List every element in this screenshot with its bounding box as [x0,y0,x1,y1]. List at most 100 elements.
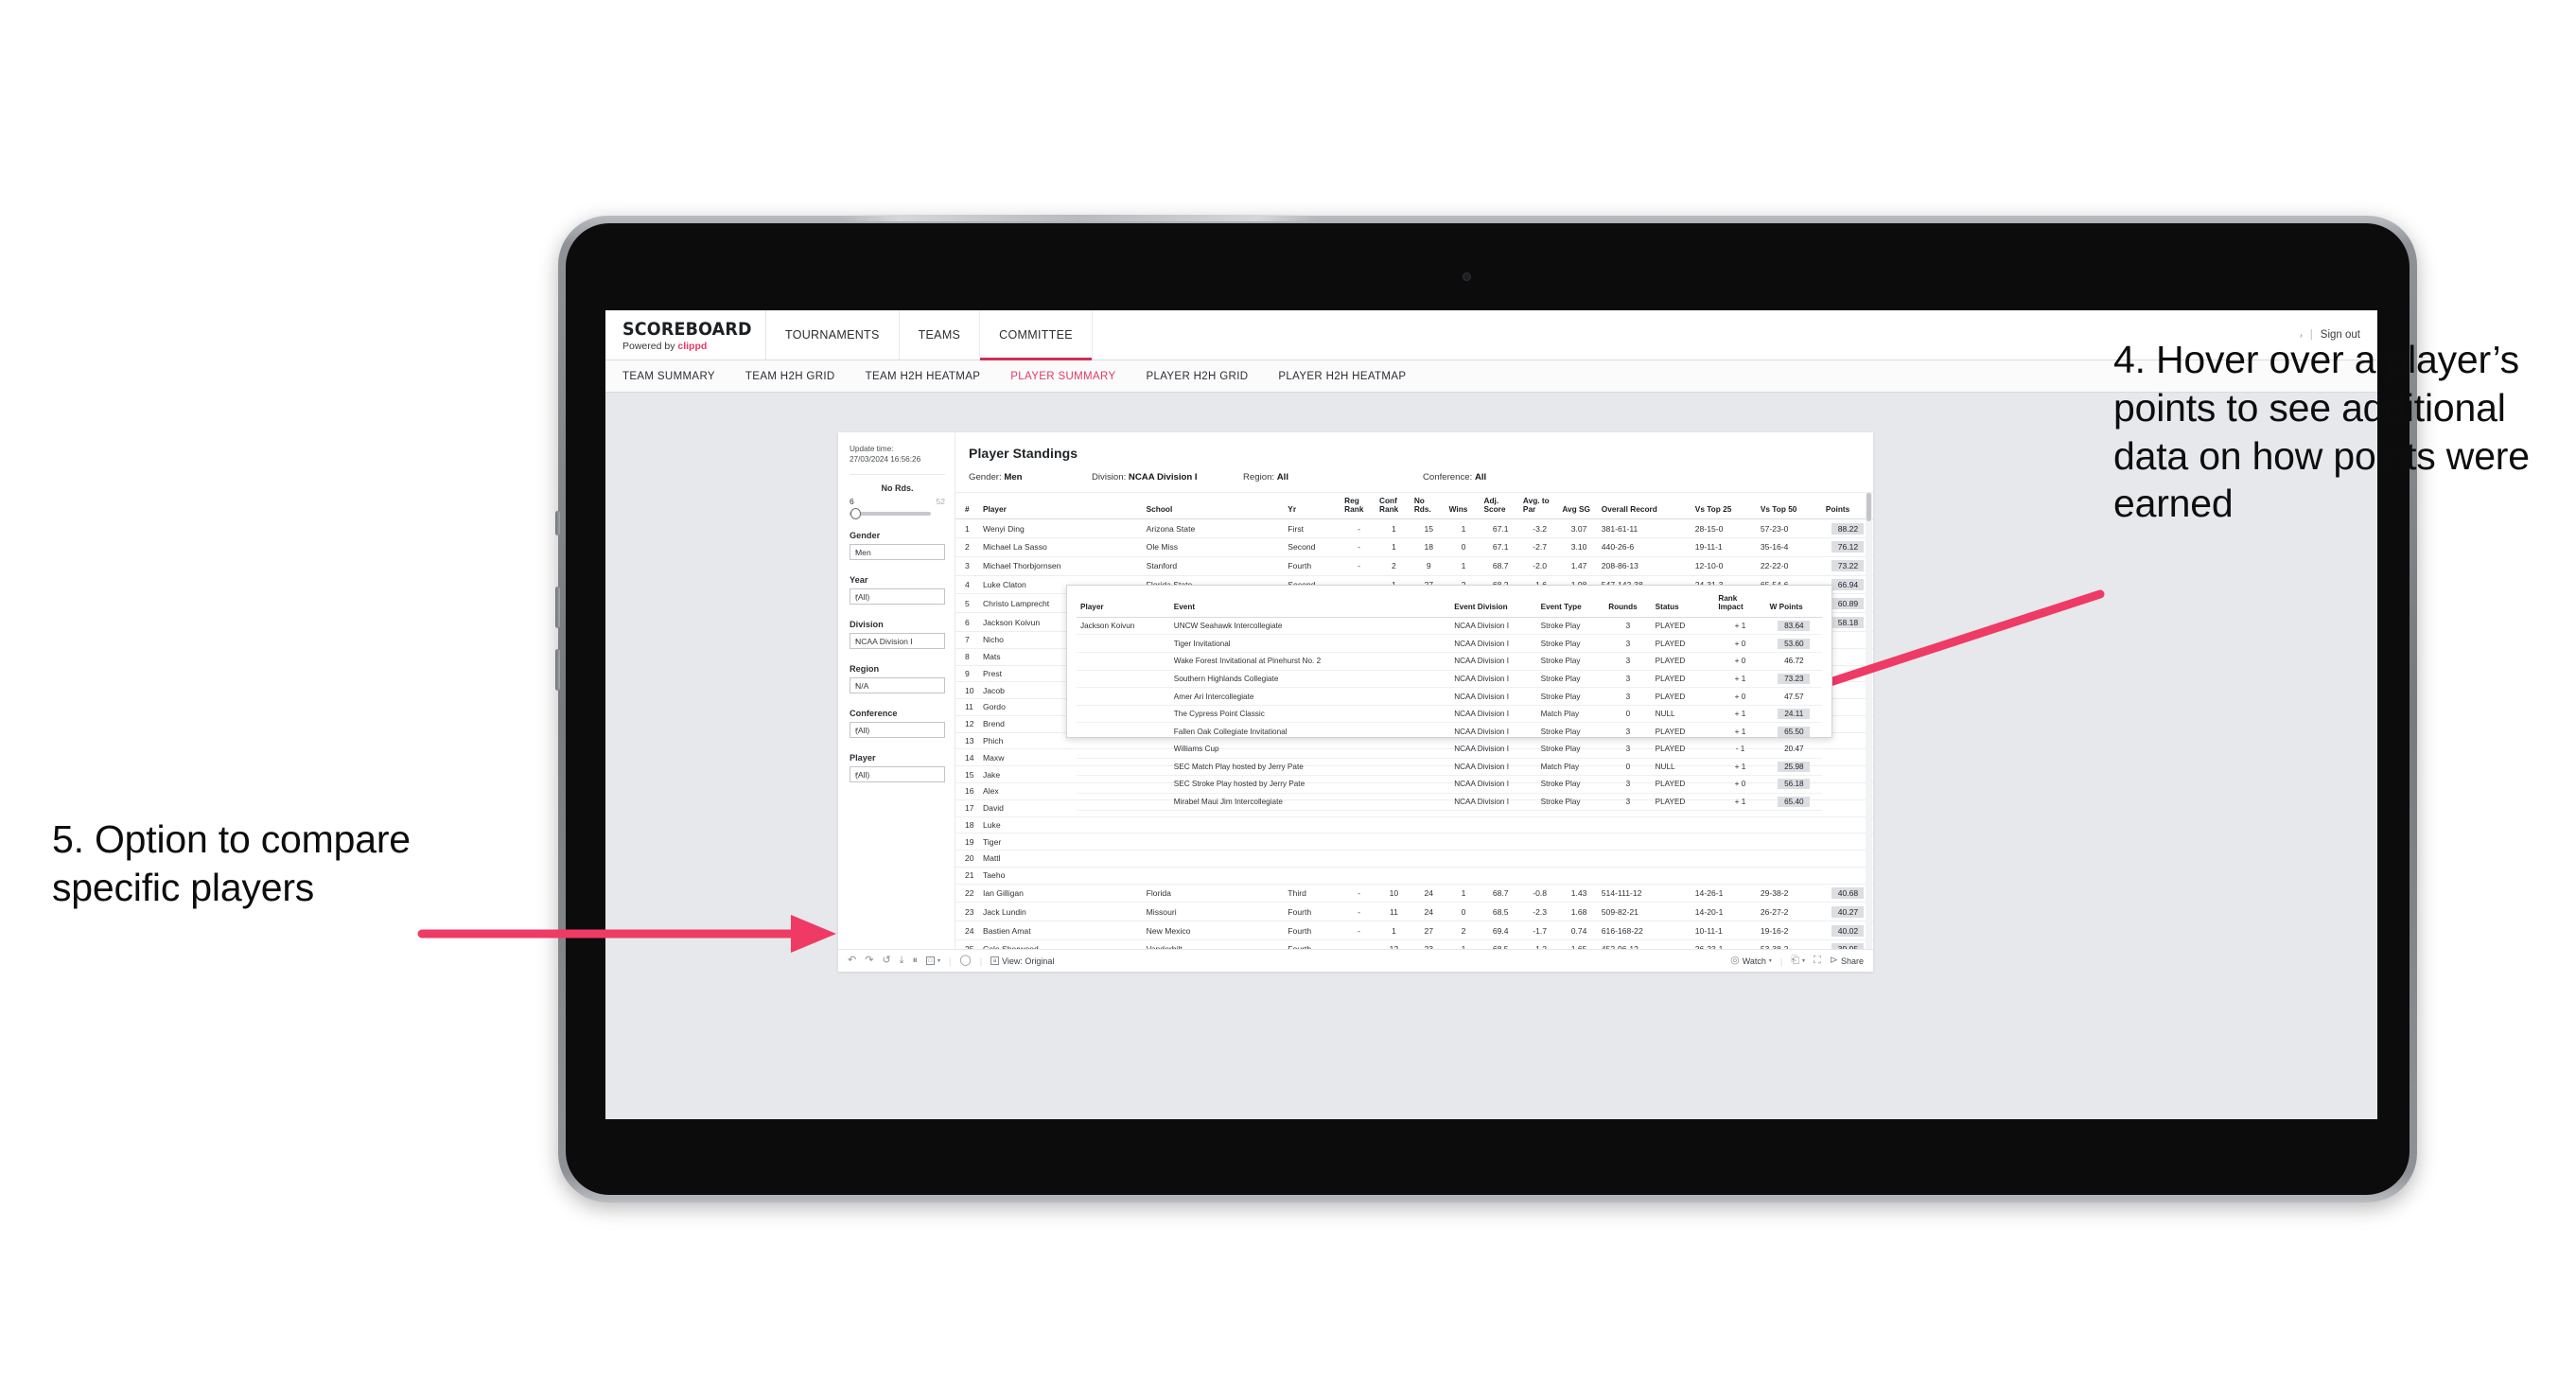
col-no-rds[interactable]: No Rds. [1411,493,1446,520]
cell-vs-top-25: 14-20-1 [1691,902,1758,922]
col-vs-top-50[interactable]: Vs Top 50 [1757,493,1823,520]
tooltip-cell-w-points: 53.60 [1765,634,1822,654]
nav-committee[interactable]: COMMITTEE [980,310,1093,360]
cell-vs-top-25: 19-11-1 [1691,537,1758,557]
tooltip-cell-status: PLAYED [1651,634,1715,654]
col-school[interactable]: School [1143,493,1286,520]
revert-icon[interactable]: ↺ [882,956,890,966]
filter-year-select[interactable]: (All) ▾ [850,588,945,605]
tooltip-cell-status: NULL [1651,758,1715,777]
points-value[interactable]: 88.22 [1831,522,1865,535]
redo-icon[interactable]: ↷ [865,956,873,966]
col-rank[interactable]: # [955,493,980,520]
filter-player-label: Player [850,753,876,763]
cell-rank: 1 [955,518,980,539]
cell-player: Bastien Amat [979,921,1144,940]
brand-logo[interactable]: SCOREBOARD Powered by clippd [605,310,766,360]
device-preview-icon[interactable]: ◯ [959,956,971,966]
filter-division-value: NCAA Division I [855,636,913,646]
col-avg-to-par[interactable]: Avg. to Par [1519,493,1560,520]
cell-rank: 5 [955,593,980,614]
tooltip-cell-rank-impact: + 1 [1714,758,1766,777]
col-yr[interactable]: Yr [1285,493,1342,520]
download-button[interactable]: ⎗ ▾ [1791,956,1805,966]
filter-conference-select[interactable]: (All) ▾ [850,722,945,739]
cell-adj-score [1481,850,1520,868]
filter-gender-label: Gender [850,531,881,541]
filter-conference-label: Conference [850,709,898,719]
points-value[interactable]: 40.27 [1831,905,1865,918]
subnav-player-h2h-heatmap[interactable]: PLAYER H2H HEATMAP [1278,371,1406,382]
tooltip-cell-w-points: 46.72 [1765,652,1822,671]
filter-region-select[interactable]: N/A ▾ [850,677,945,694]
slider-track[interactable] [850,508,931,520]
watch-button[interactable]: ◎ Watch ▾ [1730,956,1772,966]
cell-rank: 20 [955,850,980,868]
share-button[interactable]: ⊳ Share [1830,956,1864,966]
tooltip-cell-event-division: NCAA Division I [1450,758,1537,777]
scrollbar-thumb[interactable] [1866,493,1871,521]
table-row[interactable]: 22 Ian Gilligan Florida Third -10 24 1 68.7 -0.8… [955,884,1873,904]
points-value[interactable]: 39.95 [1831,943,1865,949]
nav-teams[interactable]: TEAMS [900,310,981,360]
col-reg-rank[interactable]: Reg Rank [1341,493,1376,520]
tooltip-w-points-value: 65.50 [1778,726,1811,737]
table-row[interactable]: 2 Michael La Sasso Ole Miss Second -1 18 0 67.1… [955,537,1873,557]
cell-reg-rank: - [1341,902,1376,922]
tablet-button-volume-up[interactable] [555,587,560,628]
slider-thumb[interactable] [850,508,861,520]
undo-icon[interactable]: ↶ [848,956,856,966]
tablet-button-power[interactable] [555,511,560,535]
tooltip-row: Mirabel Maui Jim Intercollegiate NCAA Div… [1077,793,1822,812]
col-vs-top-25[interactable]: Vs Top 25 [1691,493,1758,520]
table-row[interactable]: 21 Taeho [955,867,1873,885]
tooltip-cell-rank-impact: - 1 [1714,740,1766,759]
cell-avg-sg: 3.07 [1559,518,1599,539]
divider: | [949,956,952,966]
custom-views-dropdown[interactable]: □ ▾ [926,956,940,965]
table-row[interactable]: 1 Wenyi Ding Arizona State First -1 15 1 67.1 -3… [955,518,1873,539]
nav-tournaments[interactable]: TOURNAMENTS [766,310,900,360]
cell-yr: First [1285,518,1342,539]
filter-gender-select[interactable]: Men ▾ [850,544,945,561]
points-value[interactable]: 76.12 [1831,541,1865,553]
table-row[interactable]: 18 Luke [955,816,1873,834]
cell-no-rds: 24 [1411,884,1446,904]
subnav-team-summary[interactable]: TEAM SUMMARY [622,371,715,382]
table-vertical-scrollbar[interactable] [1866,493,1872,949]
col-adj-score[interactable]: Adj. Score [1481,493,1520,520]
subnav-player-summary[interactable]: PLAYER SUMMARY [1010,371,1115,382]
col-overall-record[interactable]: Overall Record [1598,493,1692,520]
table-row[interactable]: 20 Mattl [955,850,1873,868]
tooltip-w-points-value: 73.23 [1778,673,1811,684]
cell-rank: 24 [955,921,980,940]
fullscreen-icon[interactable]: ⛶ [1814,956,1821,966]
tooltip-row: SEC Stroke Play hosted by Jerry Pate NCAA… [1077,775,1822,794]
table-row[interactable]: 3 Michael Thorbjornsen Stanford Fourth -2 9 1 6… [955,556,1873,576]
filter-player-select[interactable]: (All) ▾ [850,766,945,783]
subnav-player-h2h-grid[interactable]: PLAYER H2H GRID [1146,371,1248,382]
subnav-team-h2h-heatmap[interactable]: TEAM H2H HEATMAP [866,371,981,382]
refresh-icon[interactable]: ⤓ [900,956,904,966]
cell-no-rds: 27 [1411,921,1446,940]
subnav-team-h2h-grid[interactable]: TEAM H2H GRID [745,371,835,382]
table-row[interactable]: 25Cole SherwoodVanderbiltFourth-1223168.… [955,939,1873,949]
table-row[interactable]: 19 Tiger [955,833,1873,851]
no-rounds-slider[interactable]: No Rds. 6 52 [850,483,945,520]
cell-yr: Fourth [1285,939,1342,949]
col-player[interactable]: Player [979,493,1144,520]
tablet-button-volume-down[interactable] [555,649,560,691]
pause-auto-updates-icon[interactable]: ⏸ [913,956,919,966]
view-original-button[interactable]: a View: Original [990,956,1054,966]
points-value[interactable]: 40.02 [1831,924,1865,937]
points-value[interactable]: 40.68 [1831,887,1865,900]
col-avg-sg[interactable]: Avg SG [1559,493,1599,520]
tt-col-w-points: W Points [1765,592,1822,618]
col-wins[interactable]: Wins [1446,493,1481,520]
tooltip-cell-status: PLAYED [1651,652,1715,671]
filter-division-select[interactable]: NCAA Division I ▾ [850,633,945,650]
table-row[interactable]: 24 Bastien Amat New Mexico Fourth -1 27 2 69.4-… [955,921,1873,940]
points-value[interactable]: 73.22 [1831,560,1865,572]
col-conf-rank[interactable]: Conf Rank [1376,493,1411,520]
table-row[interactable]: 23 Jack Lundin Missouri Fourth -11 24 0 68.5 -2.… [955,902,1873,922]
